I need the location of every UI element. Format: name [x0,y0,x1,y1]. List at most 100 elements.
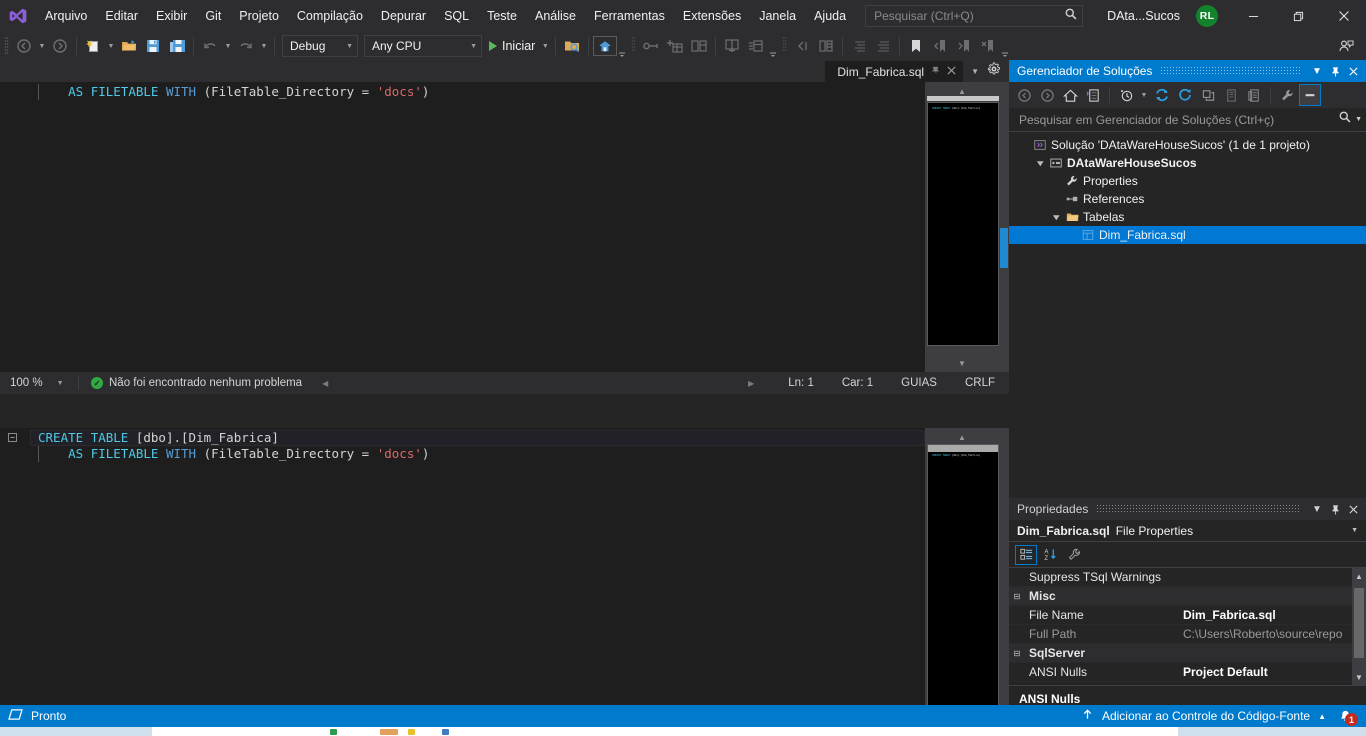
menu-arquivo[interactable]: Arquivo [36,0,96,32]
code-line[interactable]: − CREATE TABLE [dbo].[Dim_Fabrica] [8,430,925,446]
show-all-files-icon[interactable] [1220,84,1242,106]
menu-projeto[interactable]: Projeto [230,0,288,32]
overflow-grip-icon[interactable] [617,34,627,58]
property-category-row[interactable]: ⊟ SqlServer [1009,644,1366,663]
history-icon[interactable] [1115,84,1137,106]
undo-icon[interactable] [198,34,222,58]
toggle-bookmark-icon[interactable] [904,34,928,58]
collapse-toggle-icon[interactable]: ⊟ [1009,592,1025,601]
sql-server-object-explorer-icon[interactable] [593,36,618,56]
schema-view-icon[interactable] [744,34,768,58]
close-icon[interactable] [1344,499,1362,519]
solution-explorer-title[interactable]: Gerenciador de Soluções ▼ [1009,60,1366,82]
navigate-back-dropdown-icon[interactable]: ▼ [36,43,48,50]
menu-janela[interactable]: Janela [750,0,805,32]
menu-depurar[interactable]: Depurar [372,0,435,32]
property-row[interactable]: Full Path C:\Users\Roberto\source\repo [1009,625,1366,644]
save-all-icon[interactable] [165,34,189,58]
avatar[interactable]: RL [1196,5,1219,27]
redo-dropdown-icon[interactable]: ▼ [258,43,270,50]
start-debug-button[interactable]: Iniciar [485,34,539,58]
collapse-all-icon[interactable] [1197,84,1219,106]
properties-title[interactable]: Propriedades ▼ [1009,498,1366,520]
menu-teste[interactable]: Teste [478,0,526,32]
property-row[interactable]: ANSI Nulls Project Default [1009,663,1366,682]
compare-schemas-icon[interactable] [814,34,838,58]
save-icon[interactable] [141,34,165,58]
add-table-icon[interactable] [663,34,687,58]
code-text-bottom[interactable]: − CREATE TABLE [dbo].[Dim_Fabrica] AS FIL… [8,428,925,736]
close-icon[interactable] [1344,61,1362,81]
search-icon[interactable] [1338,110,1352,129]
code-line[interactable]: AS FILETABLE WITH (FileTable_Directory =… [30,84,925,100]
prev-issue-icon[interactable]: ◀ [322,379,328,388]
property-pages-icon[interactable] [1063,545,1085,565]
navigate-back-icon[interactable] [12,34,36,58]
property-row[interactable]: Quoted IdentifiersProject Default [1009,682,1366,685]
minimap-viewport-bottom[interactable] [928,445,998,452]
property-category-row[interactable]: ⊟ Misc [1009,587,1366,606]
tree-item-references[interactable]: References [1009,190,1366,208]
restore-icon[interactable] [1276,0,1321,32]
properties-page-icon[interactable] [1243,84,1265,106]
panel-menu-icon[interactable]: ▼ [1308,499,1326,519]
feedback-icon[interactable] [1334,34,1358,58]
collapse-toggle-icon[interactable]: ⊟ [1009,649,1025,658]
menu-exibir[interactable]: Exibir [147,0,196,32]
start-dropdown-icon[interactable]: ▼ [539,43,551,50]
solution-configuration-combo[interactable]: Debug ▼ [282,35,358,57]
step-into-icon[interactable] [790,34,814,58]
pin-icon[interactable] [1326,61,1344,81]
property-row[interactable]: Suppress TSql Warnings [1009,568,1366,587]
tab-list-dropdown-icon[interactable]: ▼ [971,67,979,76]
sync-icon[interactable] [1151,84,1173,106]
pin-icon[interactable] [1326,499,1344,519]
new-query-icon[interactable] [639,34,663,58]
minimap-viewport-top[interactable] [927,96,999,101]
zoom-level-combo-top[interactable]: 100 % ▼ [0,377,78,389]
navigate-forward-icon[interactable] [48,34,72,58]
menu-editar[interactable]: Editar [96,0,147,32]
tree-item-dim-fabrica[interactable]: Dim_Fabrica.sql [1009,226,1366,244]
code-surface-bottom[interactable]: − CREATE TABLE [dbo].[Dim_Fabrica] AS FIL… [0,428,925,736]
history-dropdown-icon[interactable]: ▼ [1138,92,1150,99]
minimize-icon[interactable] [1231,0,1276,32]
editor-gutter-top[interactable] [0,82,30,372]
outdent-icon[interactable] [871,34,895,58]
schema-compare-icon[interactable] [560,34,584,58]
home-icon[interactable] [1059,84,1081,106]
menu-ferramentas[interactable]: Ferramentas [585,0,674,32]
panel-menu-icon[interactable]: ▼ [1308,61,1326,81]
menu-sql[interactable]: SQL [435,0,478,32]
scroll-thumb[interactable] [1000,228,1008,268]
properties-grid[interactable]: Suppress TSql Warnings ⊟ Misc File Name Dim_… [1009,568,1366,685]
next-bookmark-icon[interactable] [952,34,976,58]
scroll-down-icon[interactable]: ▼ [925,354,999,372]
scroll-thumb[interactable] [1354,588,1364,658]
publish-icon[interactable] [720,34,744,58]
table-designer-icon[interactable] [687,34,711,58]
code-line[interactable]: AS FILETABLE WITH (FileTable_Directory =… [30,446,925,462]
property-value[interactable]: Dim_Fabrica.sql [1177,608,1366,622]
undo-dropdown-icon[interactable]: ▼ [222,43,234,50]
menu-extensoes[interactable]: Extensões [674,0,750,32]
back-icon[interactable] [1013,84,1035,106]
pending-changes-icon[interactable] [1082,84,1104,106]
chevron-down-icon[interactable] [1033,159,1047,168]
close-icon[interactable] [946,65,957,79]
pin-icon[interactable] [930,65,941,79]
status-eol-top[interactable]: CRLF [951,377,1009,389]
tree-item-properties[interactable]: Properties [1009,172,1366,190]
previous-bookmark-icon[interactable] [928,34,952,58]
minimap-top[interactable]: ▲ CREATE TABLE [dbo].[Dim_Fabrica] ▼ [925,82,1009,372]
properties-object-selector[interactable]: Dim_Fabrica.sql File Properties ▼ [1009,520,1366,542]
gear-icon[interactable] [987,61,1001,81]
property-value[interactable]: Project Default [1177,684,1366,685]
property-row[interactable]: File Name Dim_Fabrica.sql [1009,606,1366,625]
property-value[interactable]: C:\Users\Roberto\source\repo [1177,627,1366,641]
search-input[interactable] [874,9,1065,23]
vertical-scrollbar-top[interactable] [999,82,1009,372]
vertical-scrollbar-bottom[interactable] [999,428,1009,736]
editor-gutter-bottom[interactable] [0,428,30,736]
solution-platform-combo[interactable]: Any CPU ▼ [364,35,482,57]
